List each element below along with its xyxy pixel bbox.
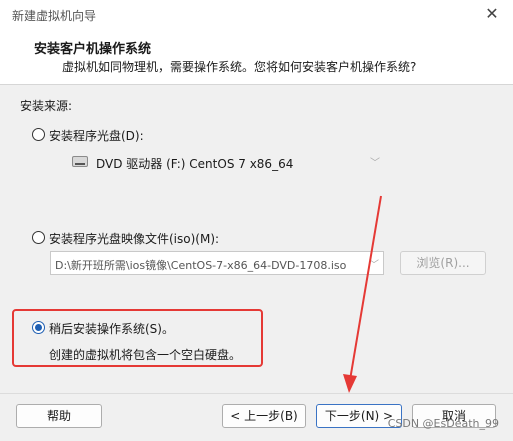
watermark: CSDN @EsDeath_99 xyxy=(387,417,499,430)
annotation-arrow xyxy=(343,195,382,393)
back-button[interactable]: < 上一步(B) xyxy=(222,404,306,428)
help-button[interactable]: 帮助 xyxy=(16,404,102,428)
